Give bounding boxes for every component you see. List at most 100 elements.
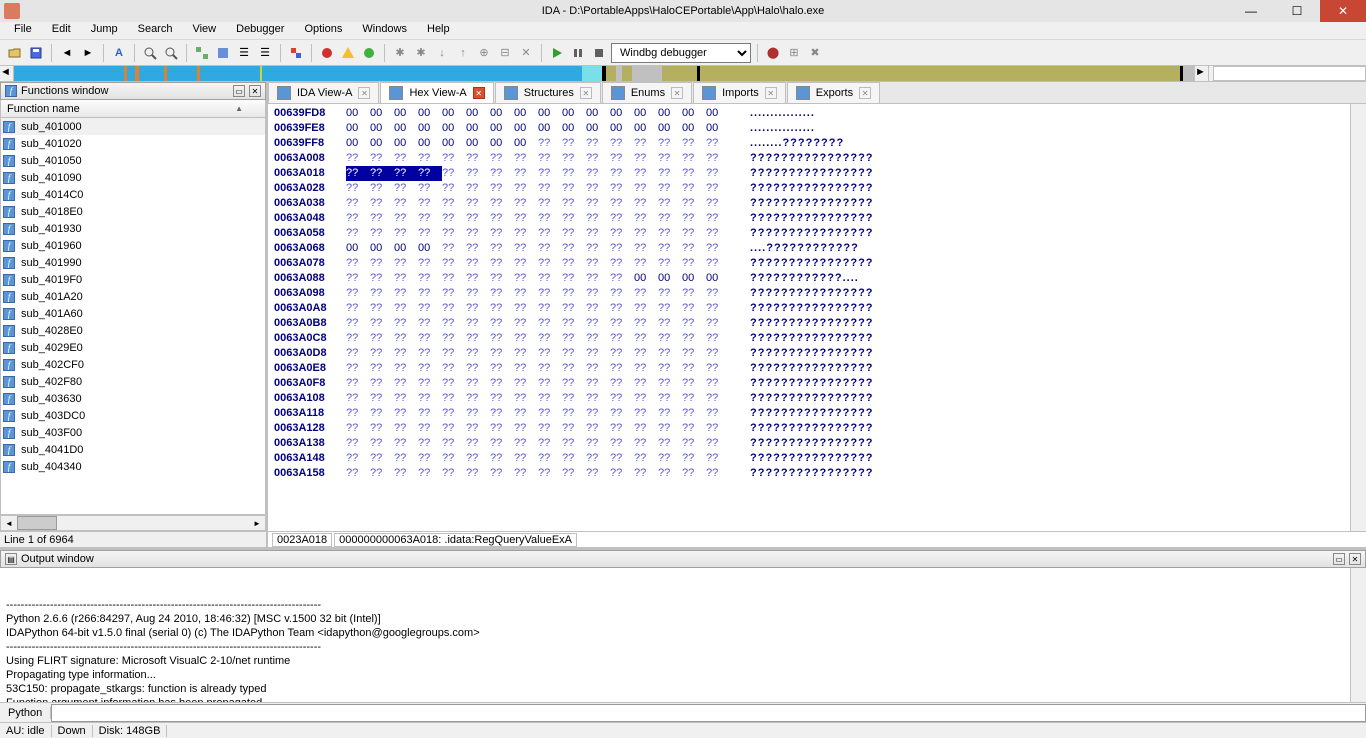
nav-segment[interactable] xyxy=(582,66,602,81)
function-row[interactable]: fsub_401960 xyxy=(1,237,265,254)
function-row[interactable]: fsub_4028E0 xyxy=(1,322,265,339)
tab-exports[interactable]: Exports✕ xyxy=(787,82,880,103)
output-window-header[interactable]: ▤ Output window ▭ ✕ xyxy=(0,550,1366,568)
color-button[interactable] xyxy=(287,44,305,62)
hex-row[interactable]: 0063A068 00000000???????? ??????????????… xyxy=(274,241,1360,256)
function-row[interactable]: fsub_401930 xyxy=(1,220,265,237)
hex-row[interactable]: 0063A0F8 ???????????????? ??????????????… xyxy=(274,376,1360,391)
nav-left-arrow[interactable]: ◄ xyxy=(0,66,14,81)
tab-close-button[interactable]: ✕ xyxy=(358,87,370,99)
function-row[interactable]: fsub_401050 xyxy=(1,152,265,169)
menu-debugger[interactable]: Debugger xyxy=(226,22,294,39)
functions-window-header[interactable]: f Functions window ▭ ✕ xyxy=(0,82,266,100)
menu-help[interactable]: Help xyxy=(417,22,460,39)
function-row[interactable]: fsub_401A20 xyxy=(1,288,265,305)
function-row[interactable]: fsub_401090 xyxy=(1,169,265,186)
menu-file[interactable]: File xyxy=(4,22,42,39)
close-pane-button[interactable]: ✕ xyxy=(249,85,261,97)
nav-segment[interactable] xyxy=(167,66,197,81)
tab-close-button[interactable]: ✕ xyxy=(859,87,871,99)
nav-segment[interactable] xyxy=(740,66,1180,81)
hex-row[interactable]: 0063A0A8 ???????????????? ??????????????… xyxy=(274,301,1360,316)
nav-segment[interactable] xyxy=(622,66,632,81)
open-button[interactable] xyxy=(6,44,24,62)
function-row[interactable]: fsub_4029E0 xyxy=(1,339,265,356)
warn-button[interactable] xyxy=(339,44,357,62)
output-vscroll[interactable] xyxy=(1350,568,1366,702)
tab-close-button[interactable]: ✕ xyxy=(580,87,592,99)
search-button[interactable] xyxy=(141,44,159,62)
function-row[interactable]: fsub_4018E0 xyxy=(1,203,265,220)
function-row[interactable]: fsub_4019F0 xyxy=(1,271,265,288)
hex-row[interactable]: 0063A078 ???????????????? ??????????????… xyxy=(274,256,1360,271)
tool-button-5[interactable]: ✕ xyxy=(517,44,535,62)
menu-options[interactable]: Options xyxy=(294,22,352,39)
navigation-bar[interactable]: ◄ ► xyxy=(0,66,1366,82)
hex-row[interactable]: 0063A028 ???????????????? ??????????????… xyxy=(274,181,1360,196)
hex-vscroll[interactable] xyxy=(1350,104,1366,531)
output-text[interactable]: ----------------------------------------… xyxy=(0,568,1366,702)
hex-row[interactable]: 0063A148 ???????????????? ??????????????… xyxy=(274,451,1360,466)
tab-ida-view-a[interactable]: IDA View-A✕ xyxy=(268,82,379,103)
hex-row[interactable]: 0063A008 ???????????????? ??????????????… xyxy=(274,151,1360,166)
function-row[interactable]: fsub_402F80 xyxy=(1,373,265,390)
hex-row[interactable]: 0063A048 ???????????????? ??????????????… xyxy=(274,211,1360,226)
menu-edit[interactable]: Edit xyxy=(42,22,81,39)
function-row[interactable]: fsub_4014C0 xyxy=(1,186,265,203)
close-button[interactable]: ✕ xyxy=(1320,0,1366,22)
hex-row[interactable]: 0063A0B8 ???????????????? ??????????????… xyxy=(274,316,1360,331)
function-row[interactable]: fsub_401A60 xyxy=(1,305,265,322)
record-button[interactable] xyxy=(360,44,378,62)
float-button[interactable]: ▭ xyxy=(233,85,245,97)
nav-segment[interactable] xyxy=(1183,66,1195,81)
hex-row[interactable]: 0063A0C8 ???????????????? ??????????????… xyxy=(274,331,1360,346)
tool-button[interactable]: ↓ xyxy=(433,44,451,62)
nav-back-button[interactable]: ◄ xyxy=(58,44,76,62)
close-pane-button[interactable]: ✕ xyxy=(1349,553,1361,565)
nav-address-input[interactable] xyxy=(1213,66,1366,81)
bp-button[interactable]: ⬤ xyxy=(764,44,782,62)
xref-to-button[interactable]: ✱ xyxy=(391,44,409,62)
hex-row[interactable]: 0063A118 ???????????????? ??????????????… xyxy=(274,406,1360,421)
save-button[interactable] xyxy=(27,44,45,62)
tab-hex-view-a[interactable]: Hex View-A✕ xyxy=(380,82,493,103)
zoom-button[interactable] xyxy=(162,44,180,62)
bp-list-button[interactable]: ⊞ xyxy=(785,44,803,62)
hex-row[interactable]: 0063A018 ???????????????? ??????????????… xyxy=(274,166,1360,181)
tab-structures[interactable]: Structures✕ xyxy=(495,82,601,103)
menu-jump[interactable]: Jump xyxy=(81,22,128,39)
maximize-button[interactable]: ☐ xyxy=(1274,0,1320,22)
nav-right-arrow[interactable]: ► xyxy=(1195,66,1209,81)
function-row[interactable]: fsub_404340 xyxy=(1,458,265,475)
hex-row[interactable]: 0063A138 ???????????????? ??????????????… xyxy=(274,436,1360,451)
tab-close-button[interactable]: ✕ xyxy=(671,87,683,99)
bp-del-button[interactable]: ✖ xyxy=(806,44,824,62)
debugger-select[interactable]: Windbg debugger xyxy=(611,43,751,63)
hex-view[interactable]: 00639FD8 0000000000000000 00000000000000… xyxy=(268,104,1366,531)
run-button[interactable] xyxy=(548,44,566,62)
tool-button-2[interactable]: ↑ xyxy=(454,44,472,62)
float-button[interactable]: ▭ xyxy=(1333,553,1345,565)
function-row[interactable]: fsub_401990 xyxy=(1,254,265,271)
pause-button[interactable] xyxy=(569,44,587,62)
nav-segment[interactable] xyxy=(700,66,740,81)
nav-segment[interactable] xyxy=(662,66,697,81)
stop-analysis-button[interactable] xyxy=(318,44,336,62)
nav-segment[interactable] xyxy=(127,66,135,81)
functions-list[interactable]: fsub_401000fsub_401020fsub_401050fsub_40… xyxy=(0,118,266,515)
minimize-button[interactable]: — xyxy=(1228,0,1274,22)
nav-segment[interactable] xyxy=(262,66,582,81)
nav-segment[interactable] xyxy=(14,66,124,81)
tool-button-3[interactable]: ⊕ xyxy=(475,44,493,62)
hex-row[interactable]: 0063A128 ???????????????? ??????????????… xyxy=(274,421,1360,436)
hex-row[interactable]: 00639FD8 0000000000000000 00000000000000… xyxy=(274,106,1360,121)
function-row[interactable]: fsub_401020 xyxy=(1,135,265,152)
function-row[interactable]: fsub_403F00 xyxy=(1,424,265,441)
menu-windows[interactable]: Windows xyxy=(352,22,417,39)
function-row[interactable]: fsub_403630 xyxy=(1,390,265,407)
stop-button[interactable] xyxy=(590,44,608,62)
output-command-input[interactable] xyxy=(51,704,1366,722)
function-row[interactable]: fsub_402CF0 xyxy=(1,356,265,373)
xref-from-button[interactable]: ✱ xyxy=(412,44,430,62)
hex-row[interactable]: 00639FF8 0000000000000000 ??????????????… xyxy=(274,136,1360,151)
